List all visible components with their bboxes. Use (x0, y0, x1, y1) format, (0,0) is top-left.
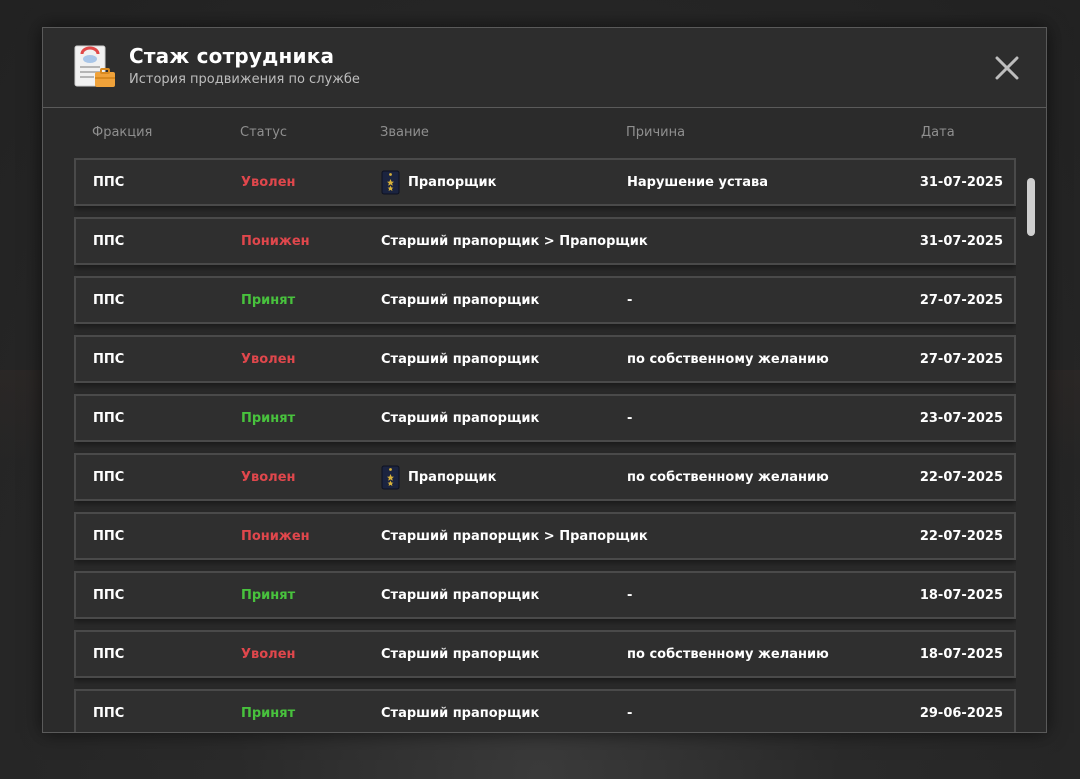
faction-cell: ППС (93, 411, 125, 426)
history-row: ППС Принят Старший прапорщик - 27-07-2025 (74, 276, 1016, 324)
rank-cell: Старший прапорщик > Прапорщик (381, 529, 648, 544)
status-cell: Принят (241, 588, 296, 603)
status-cell: Принят (241, 411, 296, 426)
history-list[interactable]: ППС Уволен Прапорщик Нарушение устава 31-07-… (74, 158, 1016, 732)
status-cell: Принят (241, 293, 296, 308)
date-cell: 22-07-2025 (919, 470, 1003, 485)
history-row: ППС Понижен Старший прапорщик > Прапорщик 2… (74, 512, 1016, 560)
status-cell: Принят (241, 706, 296, 721)
rank-cell: Старший прапорщик (381, 588, 540, 603)
faction-cell: ППС (93, 588, 125, 603)
faction-cell: ППС (93, 175, 125, 190)
reason-cell: по собственному желанию (627, 352, 829, 367)
close-icon (995, 56, 1019, 80)
modal-title: Стаж сотрудника (129, 44, 335, 68)
status-cell: Уволен (241, 175, 296, 190)
reason-cell: по собственному желанию (627, 647, 829, 662)
rank-cell: Старший прапорщик (381, 293, 540, 308)
rank-cell: Старший прапорщик (381, 352, 540, 367)
date-cell: 22-07-2025 (919, 529, 1003, 544)
faction-cell: ППС (93, 470, 125, 485)
status-cell: Понижен (241, 234, 310, 249)
history-row: ППС Уволен Старший прапорщик по собственном… (74, 630, 1016, 678)
history-row: ППС Уволен Прапорщик Нарушение устава 31-07-… (74, 158, 1016, 206)
history-row: ППС Уволен Старший прапорщик по собственном… (74, 335, 1016, 383)
date-cell: 27-07-2025 (919, 293, 1003, 308)
status-cell: Уволен (241, 470, 296, 485)
faction-cell: ППС (93, 352, 125, 367)
faction-cell: ППС (93, 706, 125, 721)
date-cell: 27-07-2025 (919, 352, 1003, 367)
history-row: ППС Принят Старший прапорщик - 29-06-2025 (74, 689, 1016, 732)
reason-cell: - (627, 293, 633, 308)
modal-header: Стаж сотрудника История продвижения по с… (43, 28, 1046, 108)
date-cell: 31-07-2025 (919, 234, 1003, 249)
date-cell: 29-06-2025 (919, 706, 1003, 721)
column-header-status: Статус (240, 125, 288, 140)
service-history-modal: Стаж сотрудника История продвижения по с… (42, 27, 1047, 733)
date-cell: 18-07-2025 (919, 647, 1003, 662)
status-cell: Понижен (241, 529, 310, 544)
column-header-rank: Звание (380, 125, 429, 140)
history-row: ППС Уволен Прапорщик по собственному желани… (74, 453, 1016, 501)
history-row: ППС Принят Старший прапорщик - 23-07-2025 (74, 394, 1016, 442)
history-row: ППС Понижен Старший прапорщик > Прапорщик 3… (74, 217, 1016, 265)
reason-cell: - (627, 706, 633, 721)
column-header-faction: Фракция (92, 125, 153, 140)
rank-cell: Прапорщик (408, 175, 497, 190)
reason-cell: по собственному желанию (627, 470, 829, 485)
rank-cell: Старший прапорщик (381, 706, 540, 721)
rank-shoulder-badge-icon (381, 170, 400, 195)
rank-cell: Старший прапорщик > Прапорщик (381, 234, 648, 249)
rank-cell: Прапорщик (408, 470, 497, 485)
faction-cell: ППС (93, 529, 125, 544)
document-briefcase-icon (71, 44, 119, 92)
scrollbar-thumb[interactable] (1027, 178, 1035, 236)
reason-cell: Нарушение устава (627, 175, 768, 190)
close-button[interactable] (989, 50, 1025, 86)
rank-cell: Старший прапорщик (381, 647, 540, 662)
reason-cell: - (627, 411, 633, 426)
rank-cell: Старший прапорщик (381, 411, 540, 426)
faction-cell: ППС (93, 293, 125, 308)
faction-cell: ППС (93, 647, 125, 662)
modal-subtitle: История продвижения по службе (129, 72, 360, 87)
column-header-reason: Причина (626, 125, 686, 140)
status-cell: Уволен (241, 352, 296, 367)
reason-cell: - (627, 588, 633, 603)
date-cell: 31-07-2025 (919, 175, 1003, 190)
status-cell: Уволен (241, 647, 296, 662)
faction-cell: ППС (93, 234, 125, 249)
rank-shoulder-badge-icon (381, 465, 400, 490)
date-cell: 23-07-2025 (919, 411, 1003, 426)
column-header-date: Дата (921, 125, 955, 140)
history-row: ППС Принят Старший прапорщик - 18-07-2025 (74, 571, 1016, 619)
date-cell: 18-07-2025 (919, 588, 1003, 603)
